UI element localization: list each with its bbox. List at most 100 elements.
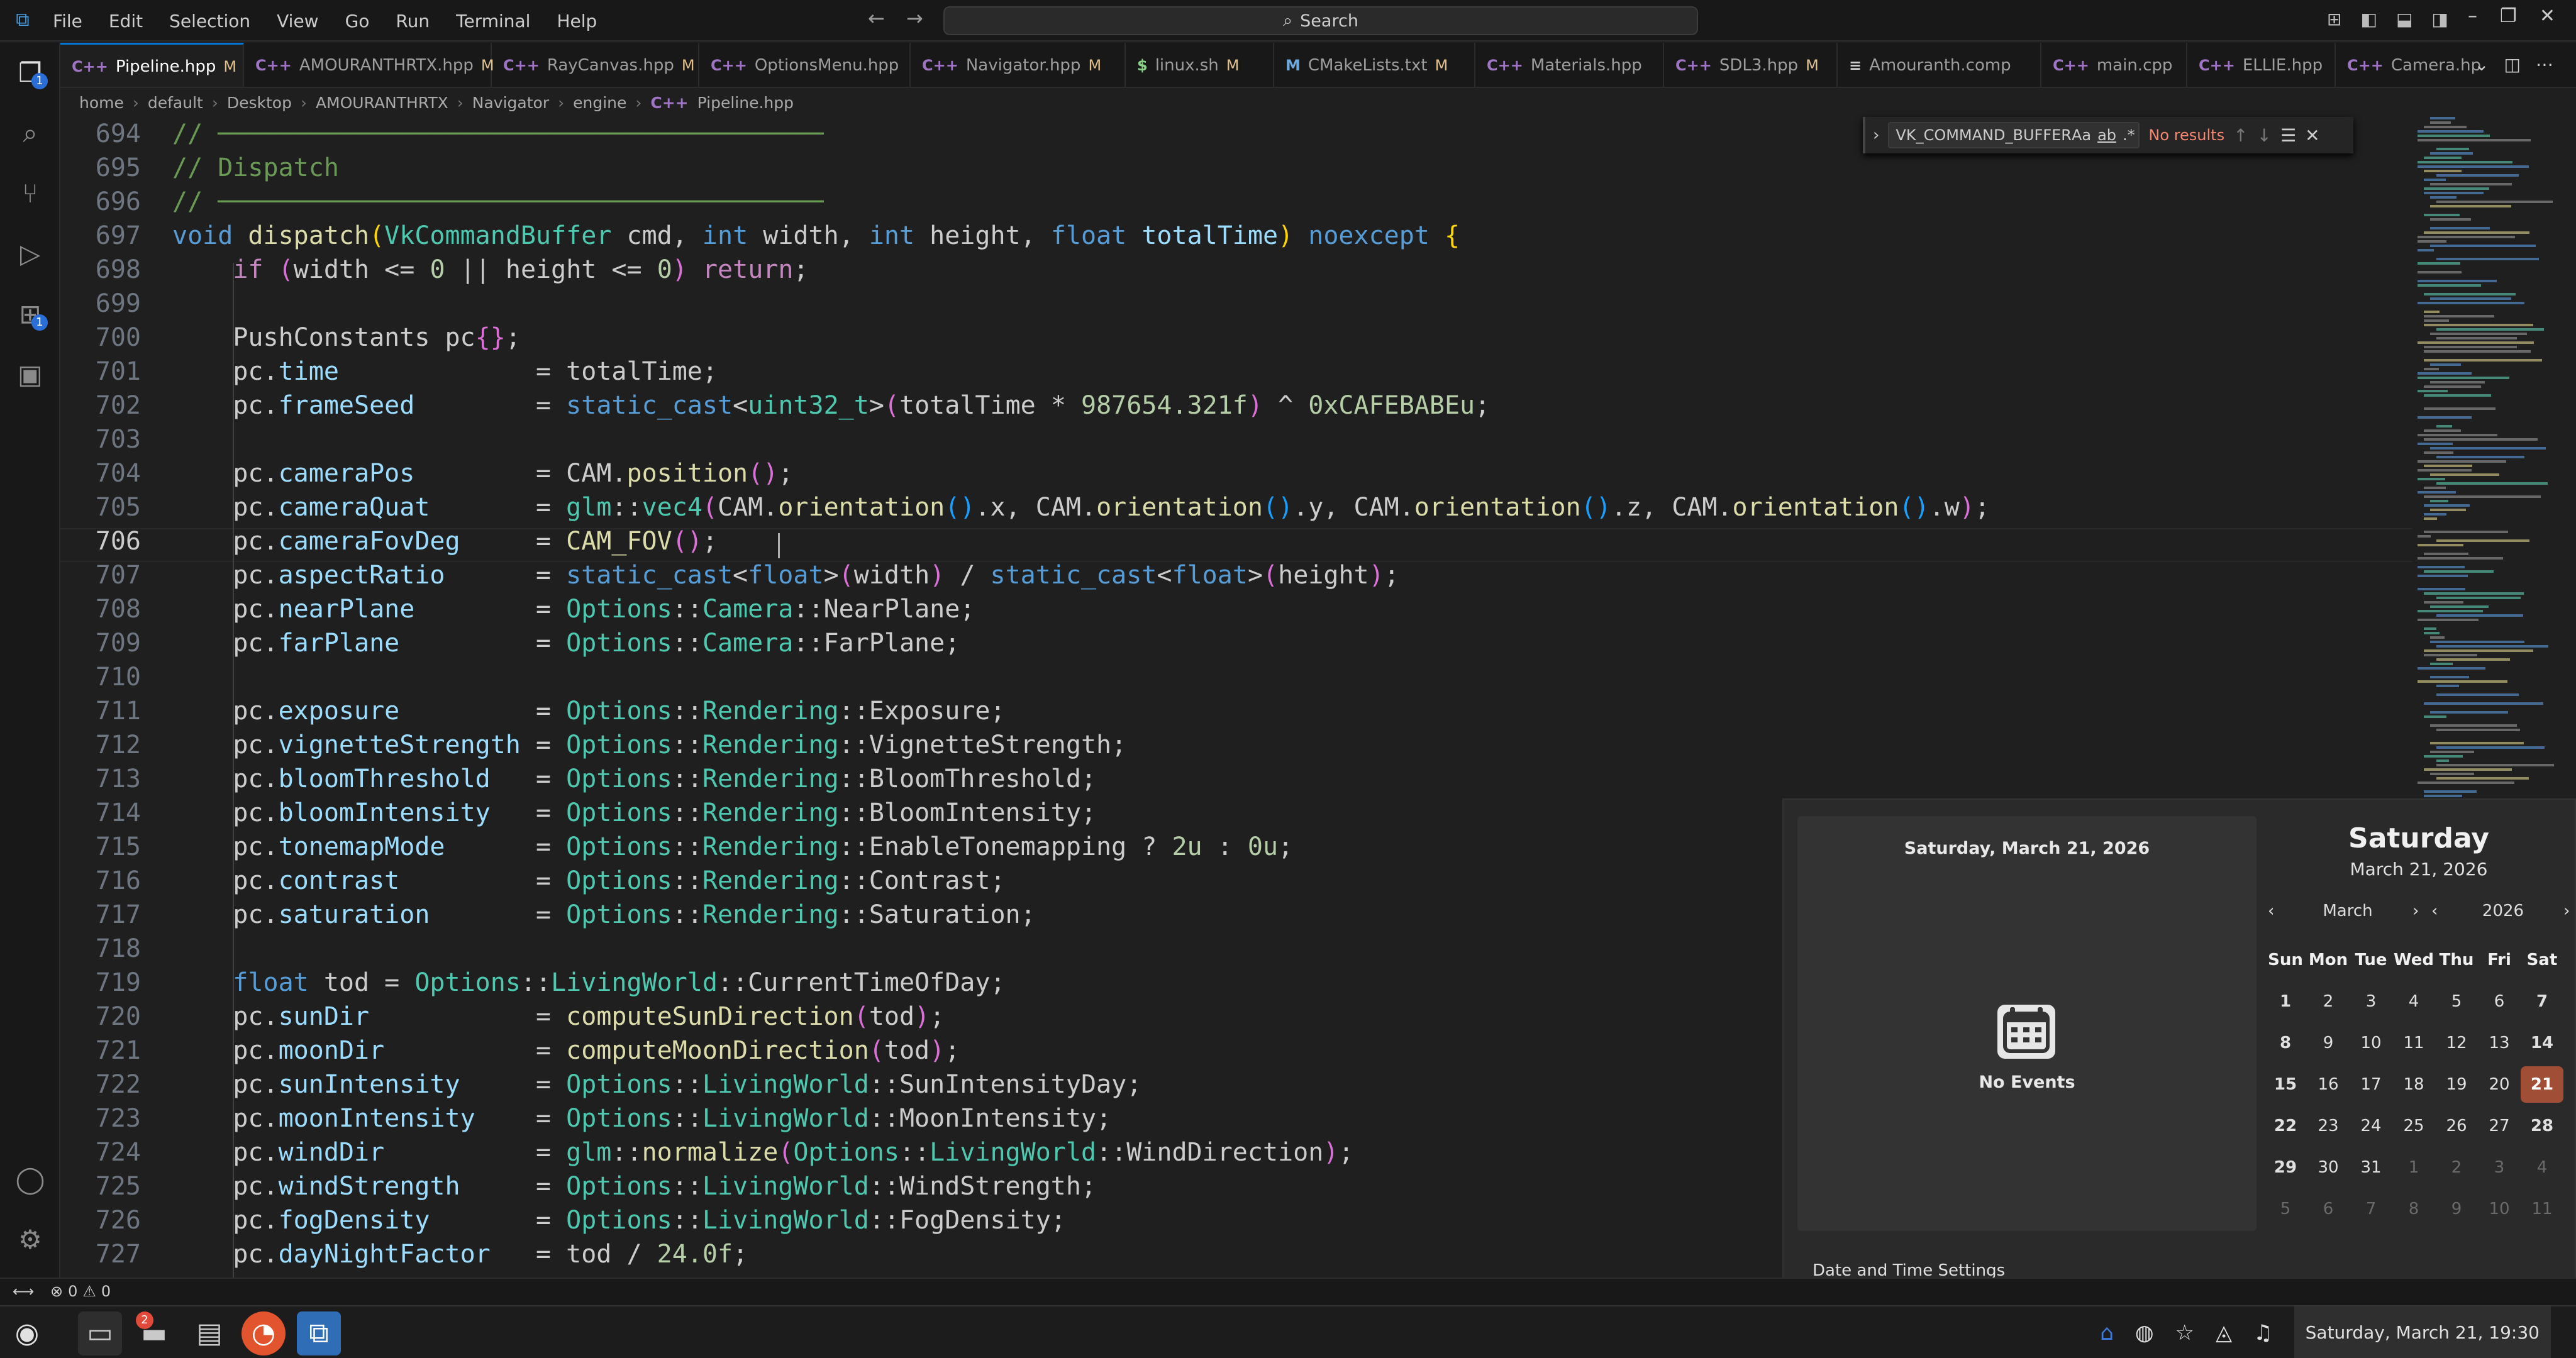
browser-icon[interactable]: ◔ <box>242 1311 286 1355</box>
more-actions-icon[interactable]: ⋯ <box>2536 54 2553 75</box>
calendar-day[interactable]: 28 <box>2521 1108 2563 1144</box>
calendar-day[interactable]: 13 <box>2478 1025 2521 1061</box>
customize-layout-icon[interactable]: ⊞ <box>2327 9 2341 30</box>
tab-amouranth-comp[interactable]: ≡ Amouranth.comp <box>1838 43 2041 87</box>
menu-run[interactable]: Run <box>396 11 430 31</box>
calendar-day[interactable]: 10 <box>2350 1025 2392 1061</box>
menu-view[interactable]: View <box>277 11 318 31</box>
remote-indicator-icon[interactable]: ⟷ <box>13 1283 34 1300</box>
settings-gear-icon[interactable]: ⚙ <box>13 1222 48 1257</box>
calendar-day[interactable]: 19 <box>2435 1066 2478 1103</box>
window-manager-icon[interactable]: ▤ <box>187 1311 231 1355</box>
calendar-day[interactable]: 3 <box>2350 983 2392 1020</box>
calendar-day[interactable]: 23 <box>2307 1108 2350 1144</box>
breadcrumb-item[interactable]: Navigator <box>472 94 549 112</box>
next-year-icon[interactable]: › <box>2563 902 2570 920</box>
prev-month-icon[interactable]: ‹ <box>2268 902 2274 920</box>
menu-edit[interactable]: Edit <box>109 11 143 31</box>
calendar-day[interactable]: 2 <box>2435 1149 2478 1186</box>
calendar-day[interactable]: 10 <box>2478 1191 2521 1227</box>
volume-icon[interactable]: ♫ <box>2253 1320 2272 1345</box>
calendar-day[interactable]: 2 <box>2307 983 2350 1020</box>
run-debug-icon[interactable]: ▷ <box>13 236 48 272</box>
notification-icon[interactable]: ◬ <box>2216 1320 2232 1345</box>
command-center-search[interactable]: ⌕ Search <box>943 6 1698 35</box>
menu-help[interactable]: Help <box>557 11 597 31</box>
calendar-day[interactable]: 17 <box>2350 1066 2392 1103</box>
tab-pipeline-hpp[interactable]: C++ Pipeline.hpp M <box>60 43 244 87</box>
calendar-day[interactable]: 11 <box>2392 1025 2435 1061</box>
toggle-primary-sidebar-icon[interactable]: ◧ <box>2360 9 2377 30</box>
calendar-day[interactable]: 5 <box>2435 983 2478 1020</box>
tab-navigator-hpp[interactable]: C++ Navigator.hpp M <box>911 43 1126 87</box>
tab-cmakelists-txt[interactable]: M CMakeLists.txt M <box>1274 43 1475 87</box>
tab-camera-hpp[interactable]: C++ Camera.hp <box>2336 43 2481 87</box>
whole-word-icon[interactable]: ab <box>2097 126 2116 144</box>
calendar-day[interactable]: 8 <box>2392 1191 2435 1227</box>
tab-optionsmenu-hpp[interactable]: C++ OptionsMenu.hpp <box>699 43 911 87</box>
calendar-day[interactable]: 7 <box>2521 983 2563 1020</box>
calendar-day[interactable]: 4 <box>2521 1149 2563 1186</box>
menu-file[interactable]: File <box>53 11 82 31</box>
split-editor-icon[interactable]: ◫ <box>2504 54 2521 75</box>
tab-raycanvas-hpp[interactable]: C++ RayCanvas.hpp M <box>492 43 699 87</box>
breadcrumb-item-file[interactable]: Pipeline.hpp <box>697 94 794 112</box>
star-icon[interactable]: ☆ <box>2175 1320 2194 1345</box>
calendar-day[interactable]: 29 <box>2264 1149 2307 1186</box>
back-arrow-icon[interactable]: ← <box>868 6 885 30</box>
tab-ellie-hpp[interactable]: C++ ELLIE.hpp <box>2187 43 2336 87</box>
extensions-icon[interactable]: ⊞ 1 <box>13 297 48 332</box>
previous-match-icon[interactable]: ↑ <box>2233 125 2248 146</box>
calendar-day[interactable]: 16 <box>2307 1066 2350 1103</box>
calendar-day[interactable]: 30 <box>2307 1149 2350 1186</box>
next-match-icon[interactable]: ↓ <box>2257 125 2272 146</box>
mint-menu-icon[interactable]: ◉ <box>5 1311 49 1355</box>
forward-arrow-icon[interactable]: → <box>906 6 923 30</box>
source-control-icon[interactable]: ⑂ <box>13 176 48 211</box>
update-icon[interactable]: ⌂ <box>2100 1320 2114 1345</box>
calendar-day[interactable]: 26 <box>2435 1108 2478 1144</box>
explorer-icon[interactable]: ❐ 1 <box>13 55 48 91</box>
calendar-day[interactable]: 1 <box>2392 1149 2435 1186</box>
calendar-day[interactable]: 15 <box>2264 1066 2307 1103</box>
tab-main-cpp[interactable]: C++ main.cpp <box>2041 43 2187 87</box>
calendar-day[interactable]: 20 <box>2478 1066 2521 1103</box>
menu-terminal[interactable]: Terminal <box>456 11 530 31</box>
calendar-day[interactable]: 22 <box>2264 1108 2307 1144</box>
close-find-icon[interactable]: ✕ <box>2305 125 2319 146</box>
toggle-secondary-sidebar-icon[interactable]: ◨ <box>2431 9 2448 30</box>
tab-linux-sh[interactable]: $ linux.sh M <box>1126 43 1274 87</box>
steam-icon[interactable]: ◍ <box>2135 1320 2154 1345</box>
minimize-icon[interactable]: – <box>2468 5 2477 27</box>
calendar-today[interactable]: 21 <box>2521 1066 2563 1103</box>
calendar-day[interactable]: 27 <box>2478 1108 2521 1144</box>
calendar-day[interactable]: 7 <box>2350 1191 2392 1227</box>
tab-sdl3-hpp[interactable]: C++ SDL3.hpp M <box>1664 43 1838 87</box>
calendar-day[interactable]: 9 <box>2307 1025 2350 1061</box>
prev-year-icon[interactable]: ‹ <box>2431 902 2438 920</box>
files-icon[interactable]: ▭ <box>78 1311 122 1355</box>
menu-go[interactable]: Go <box>345 11 370 31</box>
calendar-day[interactable]: 9 <box>2435 1191 2478 1227</box>
calendar-day[interactable]: 3 <box>2478 1149 2521 1186</box>
breadcrumb-item[interactable]: engine <box>573 94 626 112</box>
vscode-taskbar-icon[interactable]: ⧉ <box>297 1311 341 1355</box>
menu-selection[interactable]: Selection <box>169 11 250 31</box>
calendar-day[interactable]: 6 <box>2478 983 2521 1020</box>
next-month-icon[interactable]: › <box>2412 902 2419 920</box>
problems-indicator[interactable]: ⊗ 0 ⚠ 0 <box>50 1283 111 1300</box>
remote-explorer-icon[interactable]: ▣ <box>13 357 48 392</box>
calendar-day[interactable]: 31 <box>2350 1149 2392 1186</box>
calendar-day[interactable]: 24 <box>2350 1108 2392 1144</box>
calendar-day[interactable]: 14 <box>2521 1025 2563 1061</box>
calendar-day[interactable]: 18 <box>2392 1066 2435 1103</box>
terminal-icon[interactable]: ▬ 2 <box>132 1311 176 1355</box>
calendar-day[interactable]: 11 <box>2521 1191 2563 1227</box>
match-case-icon[interactable]: Aa <box>2072 126 2091 144</box>
calendar-day[interactable]: 5 <box>2264 1191 2307 1227</box>
breadcrumb-item[interactable]: home <box>79 94 124 112</box>
restore-icon[interactable]: ❐ <box>2500 5 2517 27</box>
calendar-day[interactable]: 1 <box>2264 983 2307 1020</box>
calendar-day[interactable]: 8 <box>2264 1025 2307 1061</box>
breadcrumb-item[interactable]: Desktop <box>227 94 292 112</box>
